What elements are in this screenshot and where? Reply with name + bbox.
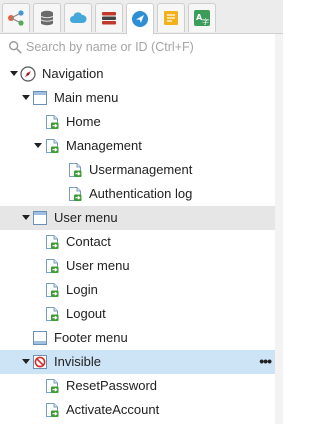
tree-item-label: User menu xyxy=(66,258,130,273)
tree-item-logout[interactable]: Logout xyxy=(0,302,275,326)
search-icon xyxy=(9,41,22,54)
page-icon xyxy=(44,258,60,274)
page-icon xyxy=(67,186,83,202)
navigation-tab[interactable] xyxy=(126,3,154,34)
chevron-down-icon[interactable] xyxy=(10,71,18,76)
page-icon xyxy=(44,282,60,298)
database-icon xyxy=(38,9,56,27)
footer-menu-icon xyxy=(32,330,48,346)
tree-item-label: Usermanagement xyxy=(89,162,193,177)
chevron-down-icon[interactable] xyxy=(22,95,30,100)
tree-item-label: Contact xyxy=(66,234,111,249)
search-input[interactable] xyxy=(22,38,266,56)
translate-icon: A字 xyxy=(193,9,211,27)
tree-item-label: Logout xyxy=(66,306,106,321)
tree-item-label: ResetPassword xyxy=(66,378,158,393)
menu-icon xyxy=(32,90,48,106)
chevron-down-icon[interactable] xyxy=(22,215,30,220)
page-icon xyxy=(44,138,60,154)
tree-item-authentication-log[interactable]: Authentication log xyxy=(0,182,275,206)
page-icon xyxy=(44,402,60,418)
compass-icon xyxy=(20,66,36,82)
menu-icon xyxy=(32,210,48,226)
search-box[interactable] xyxy=(6,37,276,57)
translate-tab[interactable]: A字 xyxy=(188,3,216,32)
chevron-down-icon[interactable] xyxy=(34,143,42,148)
tree-item-login[interactable]: Login xyxy=(0,278,275,302)
tree-item-label: User menu xyxy=(54,210,118,225)
chevron-down-icon[interactable] xyxy=(22,359,30,364)
scrollbar[interactable] xyxy=(275,34,283,424)
tree-item-resetpassword[interactable]: ResetPassword xyxy=(0,374,275,398)
tree-item-activateaccount[interactable]: ActivateAccount xyxy=(0,398,275,422)
tree-item-main-menu[interactable]: Main menu xyxy=(0,86,275,110)
tree-item-label: Login xyxy=(66,282,98,297)
tree-item-management[interactable]: Management xyxy=(0,134,275,158)
page-icon xyxy=(44,234,60,250)
tree-item-label: Invisible xyxy=(54,354,101,369)
tree-item-navigation[interactable]: Navigation xyxy=(0,62,275,86)
tree-item-label: Main menu xyxy=(54,90,119,105)
tree-item-home[interactable]: Home xyxy=(0,110,275,134)
page-icon xyxy=(44,378,60,394)
tools-tab[interactable] xyxy=(95,3,123,32)
navigation-icon xyxy=(131,10,149,28)
tree-item-invisible[interactable]: Invisible ••• xyxy=(0,350,275,374)
invisible-icon xyxy=(32,354,48,370)
tree-item-user-menu[interactable]: User menu xyxy=(0,206,275,230)
more-options-icon[interactable]: ••• xyxy=(259,353,272,369)
tree-item-footer-menu[interactable]: Footer menu xyxy=(0,326,275,350)
tree-item-label: Home xyxy=(66,114,101,129)
navigation-tree: Navigation Main menu Home Management Userman… xyxy=(0,62,275,422)
tree-item-label: ActivateAccount xyxy=(66,402,160,417)
tree-item-label: Management xyxy=(66,138,142,153)
notes-icon xyxy=(162,9,180,27)
svg-text:字: 字 xyxy=(202,17,209,26)
tab-bar: A字 xyxy=(0,0,283,34)
cloud-tab[interactable] xyxy=(64,3,92,32)
share-tab[interactable] xyxy=(2,3,30,32)
tree-item-contact[interactable]: Contact xyxy=(0,230,275,254)
page-icon xyxy=(44,114,60,130)
tree-item-label: Authentication log xyxy=(89,186,193,201)
database-tab[interactable] xyxy=(33,3,61,32)
tree-item-usermanagement[interactable]: Usermanagement xyxy=(0,158,275,182)
tree-item-user-menu[interactable]: User menu xyxy=(0,254,275,278)
cloud-icon xyxy=(69,9,87,27)
tree-item-label: Footer menu xyxy=(54,330,128,345)
share-icon xyxy=(7,9,25,27)
tools-icon xyxy=(100,9,118,27)
page-icon xyxy=(67,162,83,178)
page-icon xyxy=(44,306,60,322)
notes-tab[interactable] xyxy=(157,3,185,32)
tree-item-label: Navigation xyxy=(42,66,104,81)
